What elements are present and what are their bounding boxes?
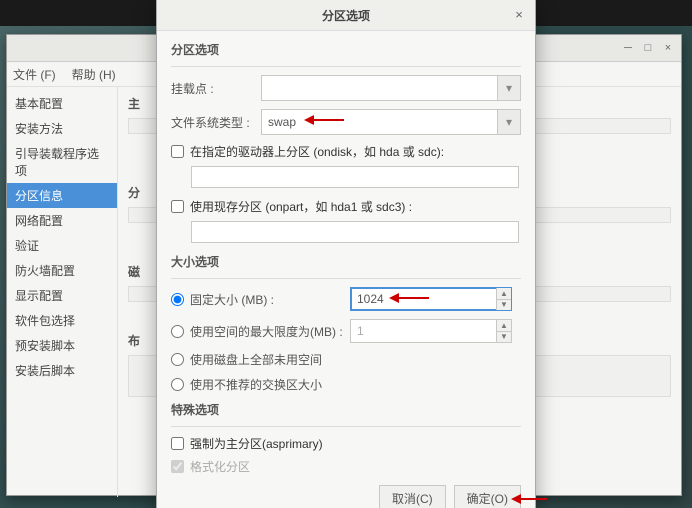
partition-dialog: 分区选项 × 分区选项 挂载点 : ▾ 文件系统类型 : swap bbox=[156, 0, 536, 508]
sidebar-item-firewall[interactable]: 防火墙配置 bbox=[7, 258, 117, 283]
minimize-icon[interactable]: ─ bbox=[621, 41, 635, 55]
chevron-down-icon[interactable]: ▾ bbox=[497, 76, 520, 100]
fixed-size-value[interactable]: 1024 bbox=[351, 288, 496, 310]
asprimary-checkbox[interactable] bbox=[171, 437, 184, 450]
sidebar-item-prescript[interactable]: 预安装脚本 bbox=[7, 333, 117, 358]
max-size-radio[interactable] bbox=[171, 325, 184, 338]
spin-buttons[interactable]: ▲▼ bbox=[496, 288, 511, 310]
max-size-spin[interactable]: 1 ▲▼ bbox=[350, 319, 512, 343]
menu-help[interactable]: 帮助 (H) bbox=[72, 66, 116, 83]
spin-buttons[interactable]: ▲▼ bbox=[496, 320, 511, 342]
dialog-titlebar: 分区选项 × bbox=[157, 0, 535, 31]
mount-point-value[interactable] bbox=[262, 76, 497, 100]
desktop: ─ □ × 文件 (F) 帮助 (H) 基本配置 安装方法 引导装载程序选项 分… bbox=[0, 0, 692, 508]
sidebar-item-partition[interactable]: 分区信息 bbox=[7, 183, 117, 208]
fill-label: 使用磁盘上全部未用空间 bbox=[190, 351, 322, 368]
max-size-value: 1 bbox=[351, 320, 496, 342]
fixed-size-radio[interactable] bbox=[171, 293, 184, 306]
sidebar-item-method[interactable]: 安装方法 bbox=[7, 116, 117, 141]
sidebar-item-auth[interactable]: 验证 bbox=[7, 233, 117, 258]
ondisk-input[interactable] bbox=[191, 166, 519, 188]
recommended-label: 使用不推荐的交换区大小 bbox=[190, 376, 322, 393]
format-label: 格式化分区 bbox=[190, 458, 250, 475]
fixed-size-spin[interactable]: 1024 ▲▼ bbox=[350, 287, 512, 311]
sidebar-item-bootloader[interactable]: 引导装载程序选项 bbox=[7, 141, 117, 183]
ondisk-label: 在指定的驱动器上分区 (ondisk，如 hda 或 sdc): bbox=[190, 143, 444, 160]
fs-type-label: 文件系统类型 : bbox=[171, 114, 261, 131]
chevron-down-icon[interactable]: ▾ bbox=[497, 110, 520, 134]
menu-file[interactable]: 文件 (F) bbox=[13, 66, 56, 83]
fixed-size-label: 固定大小 (MB) : bbox=[190, 291, 350, 308]
recommended-radio[interactable] bbox=[171, 378, 184, 391]
sidebar-item-basic[interactable]: 基本配置 bbox=[7, 91, 117, 116]
ok-button[interactable]: 确定(O) bbox=[454, 485, 521, 508]
mount-point-label: 挂载点 : bbox=[171, 80, 261, 97]
group-size-options: 大小选项 bbox=[171, 253, 521, 270]
sidebar-item-display[interactable]: 显示配置 bbox=[7, 283, 117, 308]
dialog-close-button[interactable]: × bbox=[511, 6, 527, 22]
dialog-title: 分区选项 bbox=[322, 7, 370, 24]
fs-type-combo[interactable]: swap ▾ bbox=[261, 109, 521, 135]
group-special-options: 特殊选项 bbox=[171, 401, 521, 418]
highlight-arrow-icon bbox=[389, 291, 431, 305]
onpart-input[interactable] bbox=[191, 221, 519, 243]
asprimary-label: 强制为主分区(asprimary) bbox=[190, 435, 323, 452]
sidebar-item-postscript[interactable]: 安装后脚本 bbox=[7, 358, 117, 383]
onpart-label: 使用现存分区 (onpart，如 hda1 或 sdc3) : bbox=[190, 198, 412, 215]
close-icon[interactable]: × bbox=[661, 41, 675, 55]
format-checkbox bbox=[171, 460, 184, 473]
cancel-button[interactable]: 取消(C) bbox=[379, 485, 446, 508]
highlight-arrow-icon bbox=[304, 113, 346, 127]
onpart-checkbox[interactable] bbox=[171, 200, 184, 213]
sidebar: 基本配置 安装方法 引导装载程序选项 分区信息 网络配置 验证 防火墙配置 显示… bbox=[7, 87, 118, 497]
maximize-icon[interactable]: □ bbox=[641, 41, 655, 55]
sidebar-item-packages[interactable]: 软件包选择 bbox=[7, 308, 117, 333]
mount-point-combo[interactable]: ▾ bbox=[261, 75, 521, 101]
fs-type-value[interactable]: swap bbox=[262, 110, 497, 134]
fill-radio[interactable] bbox=[171, 353, 184, 366]
sidebar-item-network[interactable]: 网络配置 bbox=[7, 208, 117, 233]
max-size-label: 使用空间的最大限度为(MB) : bbox=[190, 323, 350, 340]
group-partition-options: 分区选项 bbox=[171, 41, 521, 58]
ondisk-checkbox[interactable] bbox=[171, 145, 184, 158]
